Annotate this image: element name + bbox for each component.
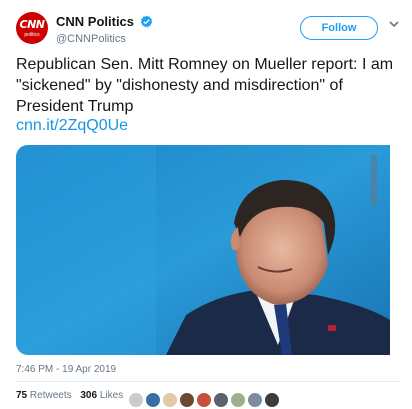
likes-label: Likes	[99, 390, 124, 401]
likes-count: 306	[80, 390, 98, 401]
liker-avatar[interactable]	[213, 391, 229, 408]
liker-avatar[interactable]	[128, 391, 144, 408]
tweet-header: CNN politics CNN Politics @CNNPolitics F…	[16, 12, 400, 46]
account-names: CNN Politics @CNNPolitics	[56, 13, 153, 45]
display-name[interactable]: CNN Politics	[56, 14, 134, 29]
retweets-label: Retweets	[29, 390, 72, 401]
retweets-count: 75	[16, 390, 28, 401]
likes-stat[interactable]: 306 Likes	[80, 390, 123, 401]
romney-photo-image	[16, 145, 390, 355]
verified-badge-icon	[141, 15, 153, 28]
tweet-timestamp[interactable]: 7:46 PM - 19 Apr 2019	[16, 364, 116, 375]
liker-avatar[interactable]	[247, 391, 263, 408]
liker-avatar[interactable]	[162, 391, 178, 408]
liker-avatar[interactable]	[145, 391, 161, 408]
chevron-down-icon[interactable]	[388, 18, 400, 30]
tweet-link[interactable]: cnn.it/2ZqQ0Ue	[16, 117, 128, 135]
divider	[16, 381, 400, 382]
liker-avatar[interactable]	[264, 391, 280, 408]
liker-avatar[interactable]	[196, 391, 212, 408]
avatar[interactable]: CNN politics	[16, 12, 48, 44]
follow-button[interactable]: Follow	[300, 16, 378, 40]
liker-avatars	[128, 391, 281, 408]
cnn-logo: CNN	[19, 18, 46, 31]
liker-avatar[interactable]	[230, 391, 246, 408]
cnn-logo-sub: politics	[24, 32, 40, 38]
liker-avatar[interactable]	[179, 391, 195, 408]
retweets-stat[interactable]: 75 Retweets	[16, 390, 72, 401]
tweet-stats: 75 Retweets 306 Likes	[16, 390, 129, 408]
tweet-photo[interactable]	[16, 145, 390, 355]
tweet-text: Republican Sen. Mitt Romney on Mueller r…	[16, 56, 394, 115]
account-handle[interactable]: @CNNPolitics	[56, 33, 153, 45]
